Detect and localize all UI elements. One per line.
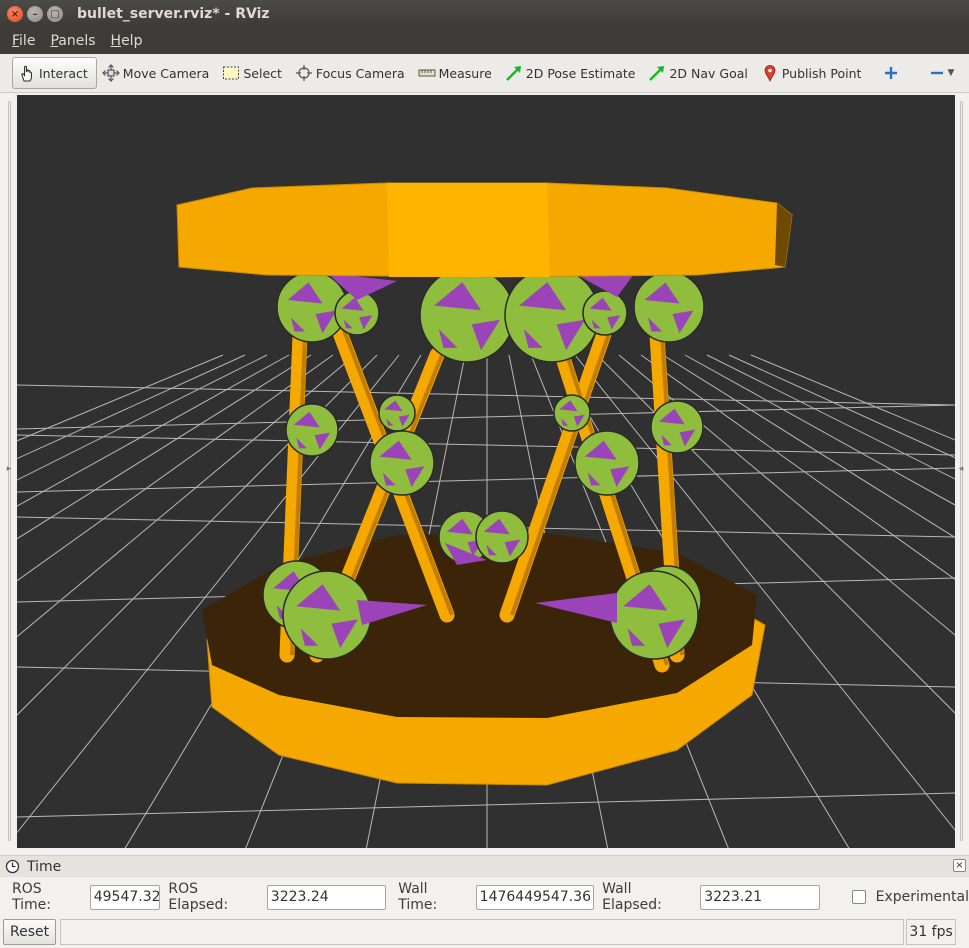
menu-help[interactable]: Help (105, 33, 149, 49)
wall-time-label: Wall Time: (398, 881, 438, 913)
wall-elapsed-label: Wall Elapsed: (602, 881, 662, 913)
joint-sphere (369, 430, 435, 496)
minimize-window-button[interactable]: – (27, 6, 43, 22)
grid-line (17, 404, 955, 430)
menu-bar: File Panels Help (0, 28, 969, 54)
tools-toolbar: Interact Move Camera Select Focus Camera… (0, 54, 969, 93)
2d-nav-goal-tool-label: 2D Nav Goal (669, 65, 748, 81)
experimental-checkbox[interactable] (851, 890, 866, 904)
expand-left-icon: ▸ (6, 464, 12, 474)
select-tool-label: Select (243, 65, 282, 81)
time-panel-title: Time (27, 858, 62, 875)
right-dock-handle[interactable]: ◂ (955, 93, 967, 848)
wall-elapsed-field[interactable]: 3223.21 (700, 884, 820, 910)
joint-sphere (419, 267, 515, 363)
close-window-button[interactable]: × (7, 6, 23, 22)
move-camera-tool-label: Move Camera (122, 65, 210, 81)
select-icon (221, 64, 241, 82)
joint-sphere (650, 400, 704, 454)
plus-icon (881, 64, 901, 82)
title-bar: × – □ bullet_server.rviz* - RViz (0, 0, 969, 28)
select-tool-button[interactable]: Select (217, 57, 290, 89)
minus-icon (927, 64, 947, 82)
joint-sphere (574, 430, 640, 496)
focus-camera-icon (294, 64, 314, 82)
measure-tool-label: Measure (438, 65, 492, 81)
measure-tool-button[interactable]: Measure (413, 57, 500, 89)
2d-pose-estimate-tool-button[interactable]: 2D Pose Estimate (500, 57, 644, 89)
time-panel-header: Time × (0, 855, 969, 877)
measure-icon (417, 64, 437, 82)
green-arrow-icon (647, 64, 667, 82)
joint-sphere (633, 271, 705, 343)
minimize-icon: – (32, 8, 38, 20)
publish-point-tool-label: Publish Point (781, 65, 862, 81)
joint-sphere (282, 570, 372, 660)
joint-sphere (285, 403, 339, 457)
joint-sphere (553, 394, 591, 432)
3d-scene[interactable] (17, 95, 955, 848)
ros-time-label: ROS Time: (12, 881, 51, 913)
window-controls: × – □ (7, 6, 63, 22)
remove-tool-button[interactable]: ▼ (923, 57, 962, 89)
time-panel: ROS Time: 49547.32 ROS Elapsed: 3223.24 … (0, 878, 969, 916)
top-platform-face (387, 183, 550, 277)
reset-button[interactable]: Reset (3, 919, 57, 945)
joint-sphere (609, 570, 699, 660)
render-panel-frame: ▸ ◂ (0, 93, 969, 855)
2d-pose-estimate-tool-label: 2D Pose Estimate (525, 65, 636, 81)
green-arrow-icon (504, 64, 524, 82)
move-camera-tool-button[interactable]: Move Camera (97, 57, 218, 89)
interact-tool-button[interactable]: Interact (12, 57, 97, 89)
maximize-icon: □ (50, 8, 60, 20)
hand-icon (17, 64, 37, 82)
joint-sphere (378, 394, 416, 432)
3d-view[interactable] (17, 95, 955, 848)
ros-elapsed-label: ROS Elapsed: (168, 881, 229, 913)
focus-camera-tool-label: Focus Camera (315, 65, 405, 81)
grid-line (728, 354, 955, 459)
fps-counter: 31 fps (906, 919, 957, 945)
wall-time-field[interactable]: 1476449547.36 (475, 884, 595, 910)
chevron-down-icon[interactable]: ▼ (947, 68, 954, 78)
close-panel-button[interactable]: × (953, 859, 966, 872)
move-camera-icon (101, 64, 121, 82)
publish-point-tool-button[interactable]: Publish Point (756, 57, 870, 89)
expand-right-icon: ◂ (958, 464, 964, 474)
menu-file[interactable]: File (6, 33, 41, 49)
close-icon: × (10, 8, 20, 20)
grid-line (17, 792, 955, 818)
focus-camera-tool-button[interactable]: Focus Camera (290, 57, 413, 89)
joint-sphere (475, 510, 529, 564)
maximize-window-button[interactable]: □ (47, 6, 63, 22)
status-bar: Reset 31 fps (0, 916, 969, 948)
status-message (60, 919, 905, 945)
window-title: bullet_server.rviz* - RViz (77, 6, 270, 22)
menu-panels[interactable]: Panels (44, 33, 101, 49)
map-pin-icon (760, 64, 780, 82)
experimental-label: Experimental (875, 889, 969, 905)
ros-elapsed-field[interactable]: 3223.24 (266, 884, 387, 910)
left-dock-handle[interactable]: ▸ (3, 93, 15, 848)
add-tool-button[interactable] (877, 57, 911, 89)
ros-time-field[interactable]: 49547.32 (89, 884, 161, 910)
joint-sphere (582, 290, 628, 336)
clock-icon (4, 859, 20, 875)
interact-tool-label: Interact (39, 65, 88, 81)
grid-line (17, 434, 955, 456)
2d-nav-goal-tool-button[interactable]: 2D Nav Goal (643, 57, 755, 89)
